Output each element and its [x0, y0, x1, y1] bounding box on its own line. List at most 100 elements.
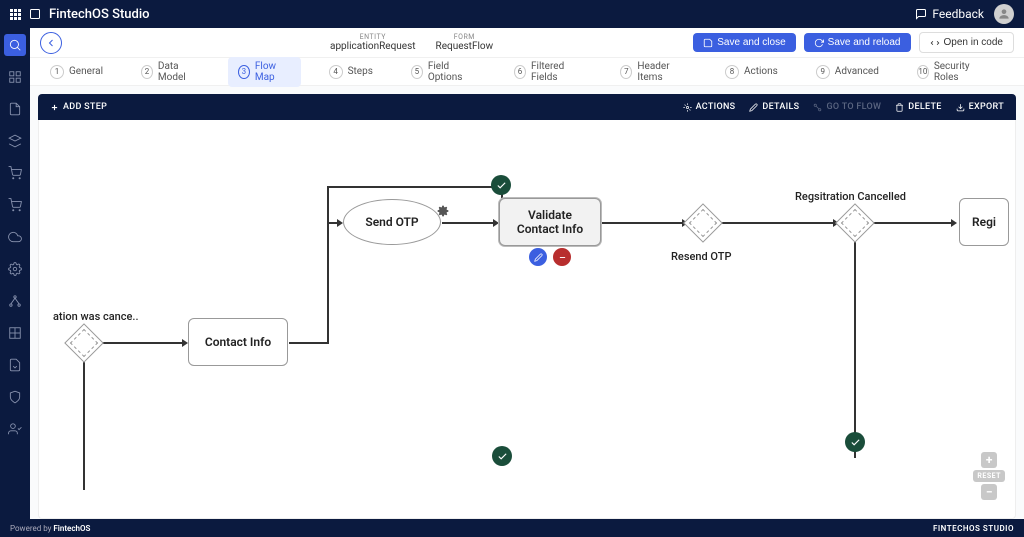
sidebar-cart[interactable]: [4, 162, 26, 184]
sidebar-export[interactable]: [4, 354, 26, 376]
save-reload-label: Save and reload: [828, 37, 901, 48]
node-settings-badge[interactable]: [437, 202, 449, 221]
zoom-reset-button[interactable]: RESET: [973, 470, 1005, 482]
pencil-icon: [749, 103, 758, 112]
export-icon: [8, 358, 22, 372]
sidebar-user[interactable]: [4, 418, 26, 440]
app-footer: Powered by FintechOS FINTECHOS STUDIO: [0, 519, 1024, 537]
tab-num: 8: [725, 65, 739, 79]
toolbar-details-button[interactable]: DETAILS: [749, 102, 799, 112]
toolbar-actions-button[interactable]: ACTIONS: [683, 102, 736, 112]
user-check-icon: [8, 422, 22, 436]
sidebar-cloud[interactable]: [4, 226, 26, 248]
sidebar-dashboard[interactable]: [4, 66, 26, 88]
edit-badge[interactable]: [529, 248, 547, 266]
sidebar-docs[interactable]: [4, 98, 26, 120]
connector: [442, 222, 497, 224]
save-icon: [703, 38, 713, 48]
connector: [289, 342, 329, 344]
node-label: Validate Contact Info: [508, 208, 592, 236]
gateway-middle[interactable]: [683, 203, 723, 243]
sidebar-layers[interactable]: [4, 130, 26, 152]
main-area: ENTITY applicationRequest FORM RequestFl…: [30, 28, 1024, 519]
tab-steps[interactable]: 4 Steps: [319, 61, 383, 83]
back-button[interactable]: [40, 32, 62, 54]
breadcrumb-form-value: RequestFlow: [436, 41, 494, 52]
tab-num: 9: [816, 65, 830, 79]
connector: [97, 342, 186, 344]
add-step-label: ADD STEP: [63, 102, 107, 112]
tab-label: Filtered Fields: [531, 61, 582, 83]
breadcrumb-entity-label: ENTITY: [360, 33, 386, 41]
sidebar-cart2[interactable]: [4, 194, 26, 216]
node-send-otp[interactable]: Send OTP: [343, 199, 441, 245]
powered-brand: FintechOS: [53, 524, 90, 533]
zoom-out-button[interactable]: −: [981, 484, 997, 500]
node-partial-right[interactable]: Regi: [959, 198, 1009, 246]
tab-label: Actions: [744, 66, 778, 77]
footer-brand: FINTECHOS STUDIO: [933, 524, 1014, 533]
flow-canvas[interactable]: ation was cance.. Contact Info Send OTP …: [38, 120, 1016, 519]
registration-cancelled-label: Regsitration Cancelled: [795, 190, 906, 203]
sidebar-table[interactable]: [4, 322, 26, 344]
delete-badge[interactable]: [553, 248, 571, 266]
tab-general[interactable]: 1General: [40, 61, 113, 83]
tab-label: Steps: [348, 66, 373, 77]
tab-num: 5: [411, 65, 423, 79]
tab-header-items[interactable]: 7Header Items: [610, 57, 696, 87]
feedback-label: Feedback: [932, 7, 984, 21]
breadcrumb-form-label: FORM: [454, 33, 475, 41]
tab-advanced[interactable]: 9Advanced: [806, 61, 889, 83]
nodes-icon: [8, 294, 22, 308]
chat-icon: [915, 8, 927, 20]
user-avatar[interactable]: [994, 4, 1014, 24]
node-contact-info[interactable]: Contact Info: [188, 318, 288, 366]
node-action-badges: [529, 248, 571, 266]
tab-num: 3: [238, 65, 250, 79]
table-icon: [8, 326, 22, 340]
tab-field-options[interactable]: 5Field Options: [401, 57, 486, 87]
tab-num: 4: [329, 65, 343, 79]
plus-icon: [50, 103, 59, 112]
toolbar-go-to-flow-button: GO TO FLOW: [813, 102, 881, 112]
sidebar-nodes[interactable]: [4, 290, 26, 312]
sub-header-right: Save and close Save and reload Open in c…: [693, 32, 1014, 53]
sidebar-search[interactable]: [4, 34, 26, 56]
header-left: FintechOS Studio: [10, 7, 150, 22]
check-badge: [845, 432, 865, 452]
partial-left-label: ation was cance..: [53, 310, 139, 323]
code-icon: [930, 38, 940, 48]
tab-security-roles[interactable]: 10Security Roles: [907, 57, 996, 87]
powered-prefix: Powered by: [10, 524, 53, 533]
toolbar-details-label: DETAILS: [762, 102, 799, 112]
tab-filtered-fields[interactable]: 6Filtered Fields: [504, 57, 592, 87]
arrow-head-icon: [951, 219, 957, 227]
feedback-button[interactable]: Feedback: [915, 7, 984, 21]
save-reload-button[interactable]: Save and reload: [804, 33, 911, 52]
tab-label: Flow Map: [255, 61, 291, 83]
open-code-button[interactable]: Open in code: [919, 32, 1015, 53]
sidebar-settings[interactable]: [4, 258, 26, 280]
toolbar-delete-button[interactable]: DELETE: [895, 102, 941, 112]
header-right: Feedback: [915, 4, 1014, 24]
cart-icon: [8, 166, 22, 180]
gateway-right[interactable]: [835, 203, 875, 243]
gear-icon: [683, 103, 692, 112]
add-step-button[interactable]: ADD STEP: [50, 102, 107, 112]
tab-flow-map[interactable]: 3 Flow Map: [228, 57, 301, 87]
logo-icon: [29, 8, 41, 20]
resend-otp-label: Resend OTP: [671, 250, 731, 263]
save-close-label: Save and close: [717, 37, 785, 48]
tab-actions[interactable]: 8 Actions: [715, 61, 788, 83]
apps-grid-icon[interactable]: [10, 9, 21, 20]
zoom-in-button[interactable]: +: [981, 452, 997, 468]
connector: [719, 222, 837, 224]
sidebar-shield[interactable]: [4, 386, 26, 408]
gateway-left[interactable]: [64, 323, 104, 363]
tab-data-model[interactable]: 2Data Model: [131, 57, 210, 87]
app-name: FintechOS Studio: [49, 7, 150, 22]
node-validate-contact-info[interactable]: Validate Contact Info: [499, 198, 601, 246]
toolbar-export-button[interactable]: EXPORT: [956, 102, 1004, 112]
trash-icon: [895, 103, 904, 112]
save-close-button[interactable]: Save and close: [693, 33, 795, 52]
